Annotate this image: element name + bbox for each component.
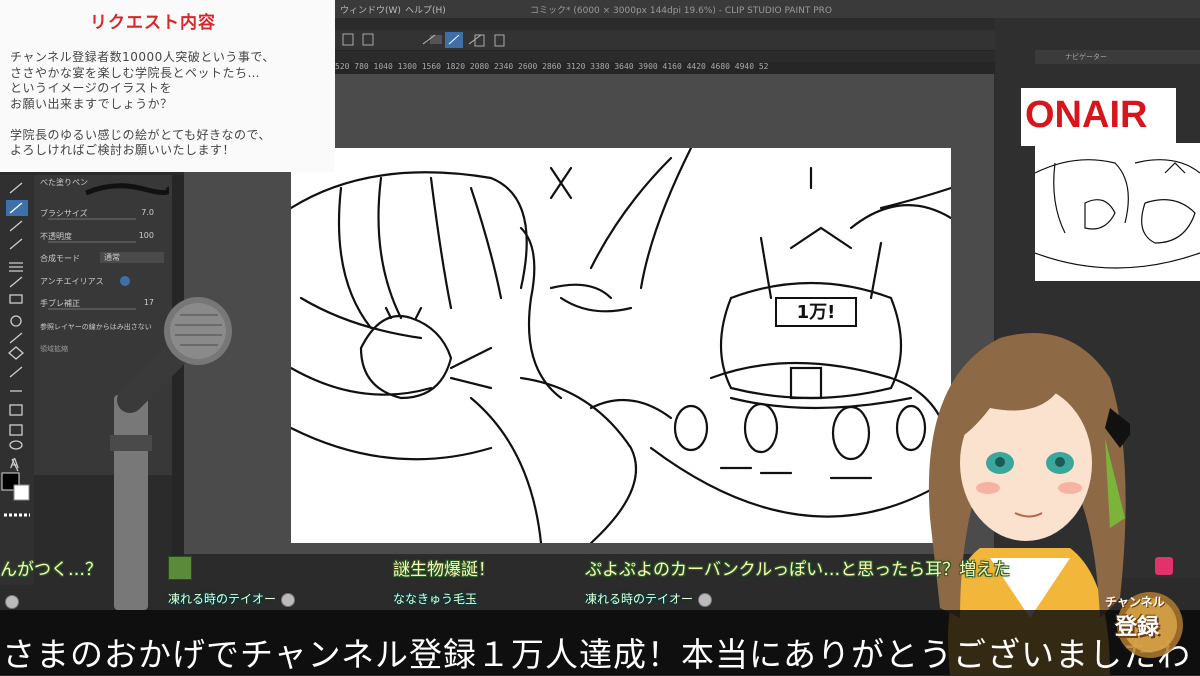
coin-icon [698,592,713,607]
request-title: リクエスト内容 [90,13,216,33]
menu-item-help[interactable]: ヘルプ(H) [405,3,446,16]
brush-stroke-preview [85,183,169,196]
chat-message: んがつく…？ [0,560,102,580]
blend-mode-select[interactable]: 通常 [100,252,164,263]
ruler-top: 520 780 1040 1300 1560 1820 2080 2340 26… [335,62,995,74]
navigator-sketch [1034,159,1200,269]
tool-icons[interactable]: A [0,175,34,585]
chat-author: 凍れる時のテイオー [585,590,713,607]
command-bar-icons[interactable] [335,30,995,50]
command-bar [335,30,995,51]
chat-avatar-icon [1155,557,1173,575]
navigator-preview[interactable] [1034,143,1200,281]
sketch-artwork: 1万! [289,146,953,545]
onair-sign: ONAIR [1021,88,1176,146]
navigator-title: ナビゲーター [1065,53,1107,61]
onair-text: ONAIR [1025,94,1148,136]
cake-sign: 1万! [797,302,836,323]
request-panel: リクエスト内容 チャンネル登録者数10000人突破という事で、 ささやかな宴を楽… [0,0,335,172]
badge-line2: 登録 [1115,615,1160,640]
badge-line1: チャンネル [1105,595,1165,609]
coin-icon [281,592,296,607]
chat-author: ななきゅう毛玉 [393,592,478,606]
chat-author: 凍れる時のテイオー [168,590,296,607]
menu-item-window[interactable]: ウィンドウ(W) [340,3,401,16]
chat-avatar-icon [168,556,192,580]
chat-message: ぷよぷよのカーバンクルっぽい…と思ったら耳？増えた [585,560,1011,580]
window-title: コミック* (6000 × 3000px 144dpi 19.6%) - CLI… [530,6,832,16]
blend-mode-row[interactable]: 合成モード 通常 [40,252,166,266]
microphone [110,297,232,610]
banner-text: さまのおかげでチャンネル登録１万人達成！本当にありがとうございましたわ [2,635,1192,674]
antialias-option[interactable] [120,276,130,286]
antialias-row[interactable]: アンチエイリアス [40,275,166,289]
chat-coin-icon [0,592,19,612]
brush-size-row[interactable]: ブラシサイズ 7.0 [40,207,166,221]
brush-name: べた塗りペン [40,178,88,187]
navigator-header: ナビゲーター [1035,50,1200,64]
drawing-canvas[interactable]: 1万! [289,146,953,545]
menu-bar: ウィンドウ(W) ヘルプ(H) コミック* (6000 × 3000px 144… [335,0,1200,18]
request-body: チャンネル登録者数10000人突破という事で、 ささやかな宴を楽しむ学院長とペッ… [10,50,275,157]
tool-palette: A [0,175,34,585]
text-tool-icon: A [10,457,19,472]
opacity-row[interactable]: 不透明度 100 [40,230,166,244]
celebration-banner: さまのおかげでチャンネル登録１万人達成！本当にありがとうございましたわ [0,610,1200,675]
chat-message: 謎生物爆誕！ [393,560,495,580]
subscribe-badge: チャンネル 登録 [1105,585,1190,660]
